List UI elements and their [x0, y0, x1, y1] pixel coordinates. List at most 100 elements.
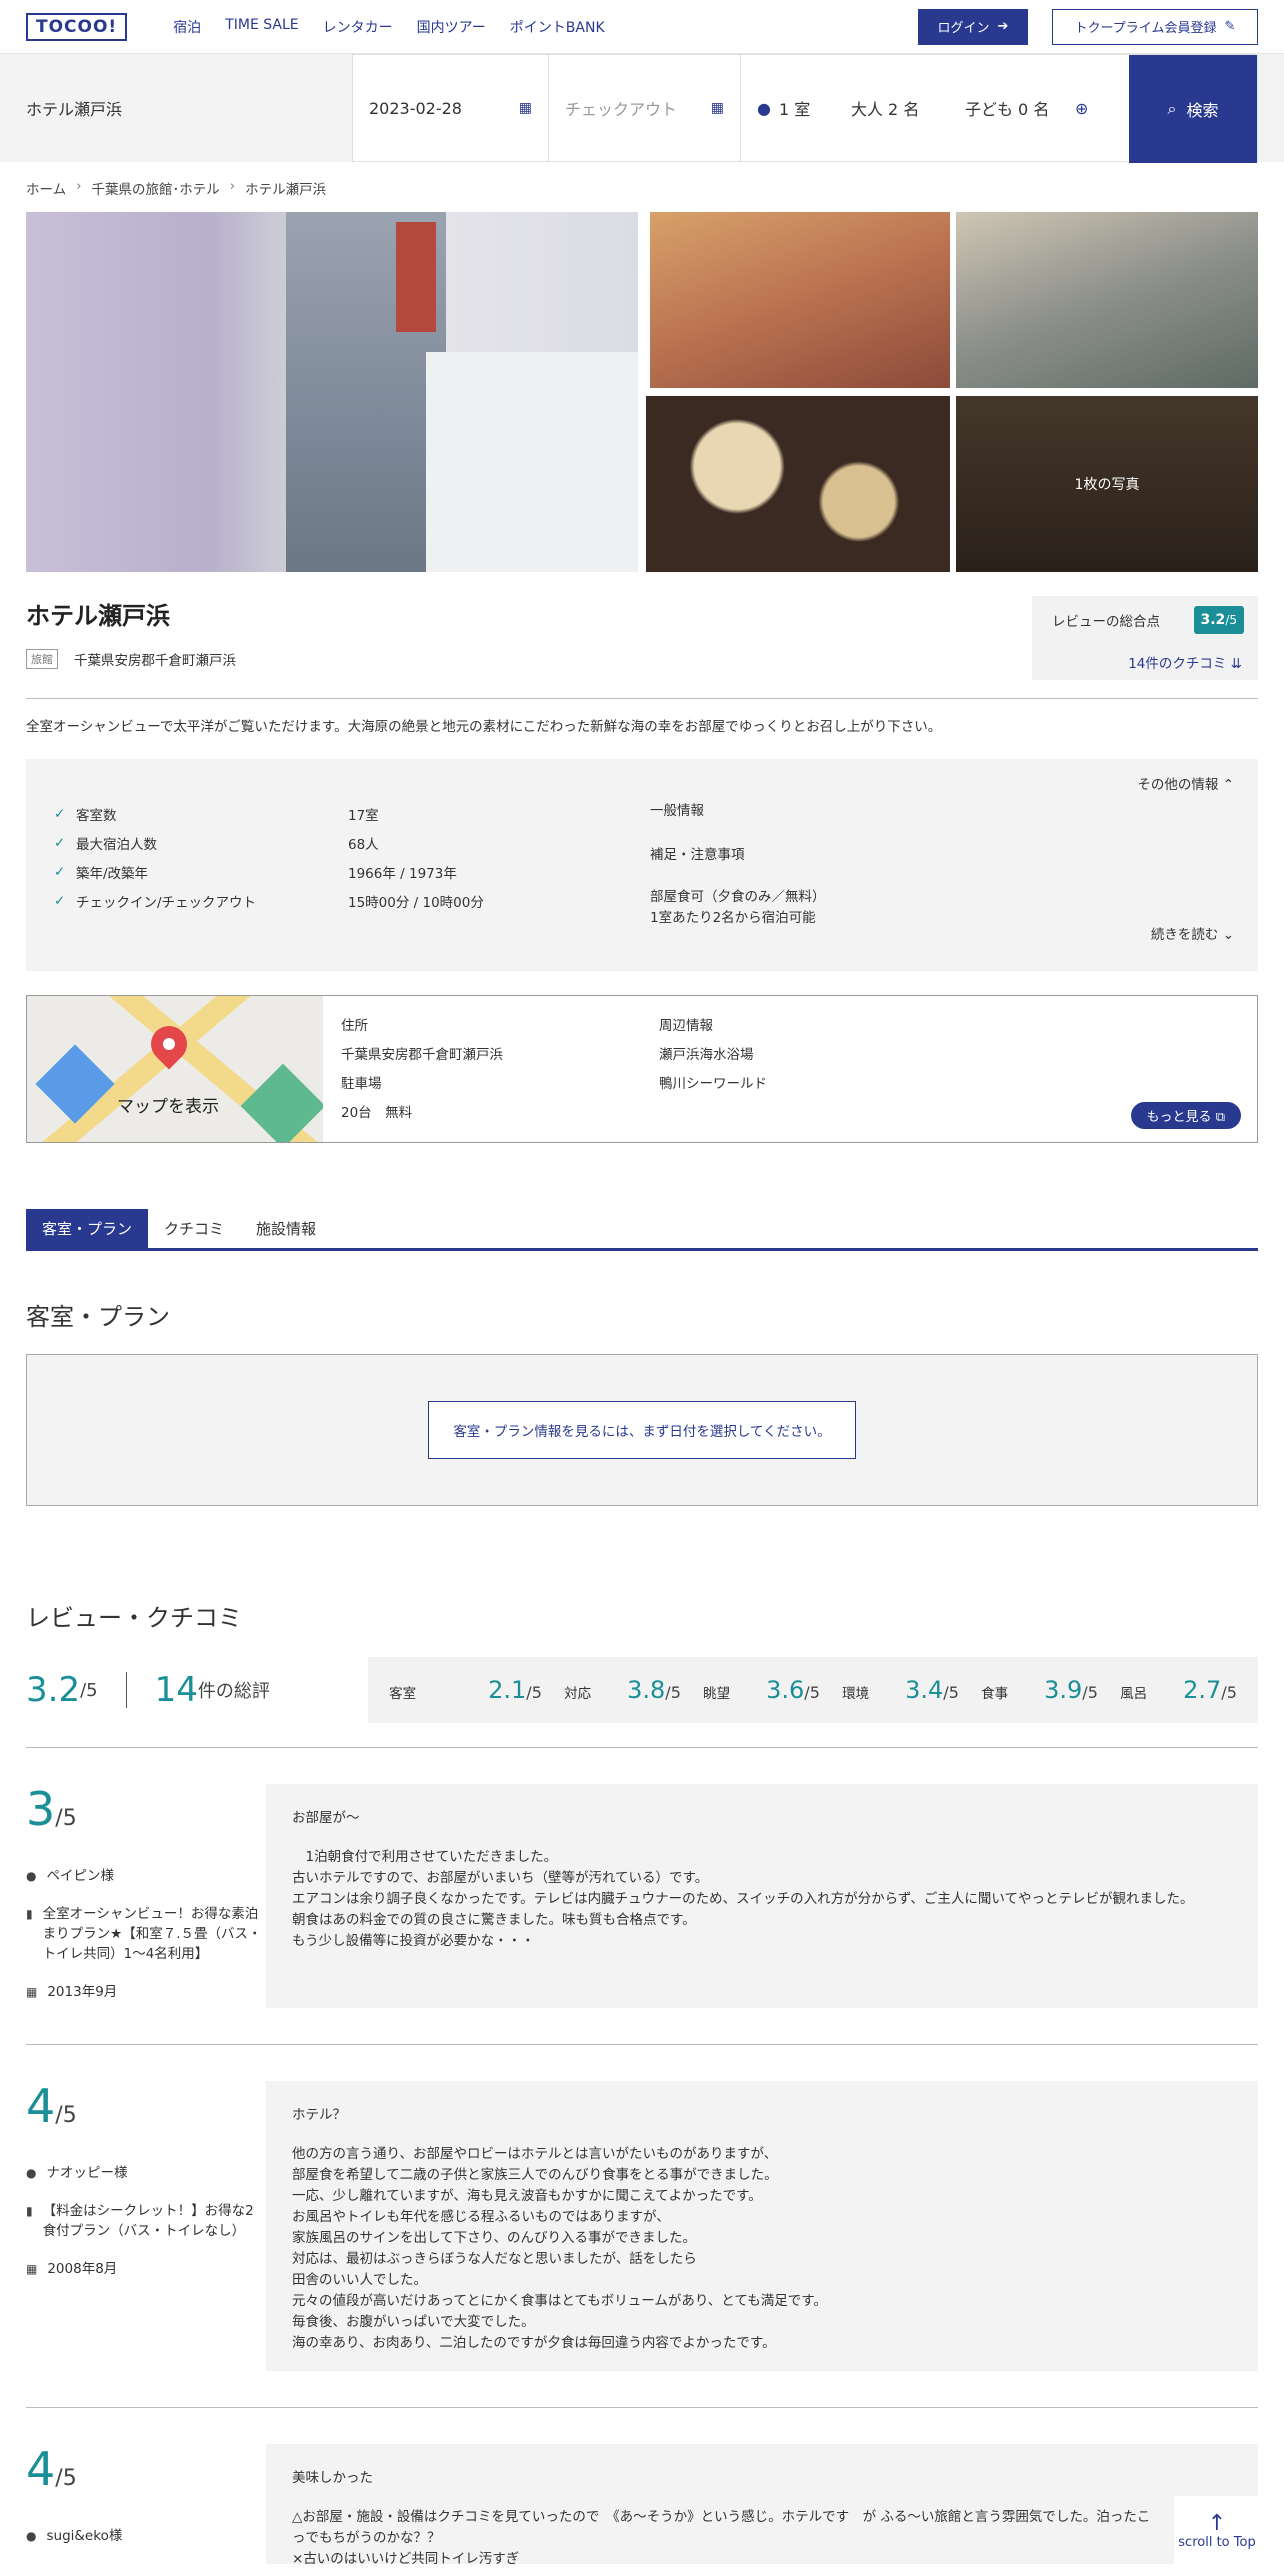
review-body: ホテル？ 他の方の言う通り、お部屋やロビーはホテルとは言いがたいものがありますが… [266, 2081, 1258, 2371]
review-line: 部屋食を希望して二歳の子供と家族三人でのんびり食事をとる事ができました。 [292, 2167, 778, 2183]
fact-row: ✓ 築年/改築年 1966年 / 1973年 [54, 857, 484, 886]
tab-plans[interactable]: 客室・プラン [26, 1209, 149, 1248]
login-button[interactable]: ログイン ➔ [918, 8, 1028, 45]
review-line: 海の幸あり、お肉あり、二泊したのですが夕食は毎回違う内容でよかったです。 [292, 2335, 776, 2351]
review-body: お部屋が〜 1泊朝食付で利用させていただきました。 古いホテルですので、お部屋が… [266, 1784, 1258, 2008]
other-info-toggle[interactable]: その他の情報 ⌃ [1137, 773, 1234, 793]
address-title: 住所 [341, 1018, 368, 1034]
checkout-placeholder: チェックアウト [565, 100, 678, 119]
guests-field[interactable]: ● 1 室 大人 2 名 子ども 0 名 ⊕ [741, 55, 1129, 161]
category-score: 客室 2.1/5 [389, 1676, 542, 1704]
search-bar: ホテル瀬戸浜 2023-02-28 ▦ チェックアウト ▦ ● 1 室 大人 2… [0, 54, 1284, 163]
category-name: 環境 [842, 1686, 870, 1702]
checkin-field[interactable]: 2023-02-28 ▦ [353, 55, 549, 161]
calendar-icon: ▦ [518, 100, 532, 116]
meal-photo[interactable] [646, 396, 950, 572]
tab-reviews[interactable]: クチコミ [148, 1209, 240, 1248]
review-line: 1泊朝食付で利用させていただきました。 [292, 1849, 558, 1865]
room-photo[interactable] [650, 212, 950, 388]
scroll-to-top-label: scroll to Top [1178, 2534, 1256, 2550]
photo-gallery: 1枚の写真 [26, 212, 1258, 572]
map-thumbnail[interactable]: マップを表示 [27, 996, 323, 1142]
review-plan: 全室オーシャンビュー！お得な素泊まりプラン★【和室７.５畳（バス・トイレ共同）1… [42, 1906, 262, 1962]
fact-value: 15時00分 / 10時00分 [348, 894, 484, 911]
general-title: 一般情報 [650, 803, 704, 819]
user-icon: ● [26, 2166, 37, 2180]
review-user: sugi&eko様 [46, 2528, 123, 2544]
breadcrumb: ホーム › 千葉県の旅館･ホテル › ホテル瀬戸浜 [0, 162, 1284, 212]
review-count-link[interactable]: 14件のクチコミ ⇊ [1128, 652, 1242, 672]
chevron-right-icon: › [229, 178, 236, 194]
divider [26, 2044, 1258, 2045]
book-icon: ▮ [26, 1907, 33, 1921]
tab-facility[interactable]: 施設情報 [240, 1209, 332, 1248]
search-hotel-name: ホテル瀬戸浜 [26, 100, 123, 119]
more-button[interactable]: もっと見る ⧉ [1130, 1102, 1241, 1129]
nav-stay[interactable]: 宿泊 [173, 17, 201, 37]
nav-rental-car[interactable]: レンタカー [323, 17, 393, 37]
person-icon: ● [757, 98, 771, 118]
hotel-description: 全室オーシャンビューで太平洋がご覧いただけます。大海原の絶景と地元の素材にこだわ… [26, 719, 942, 735]
category-value: 3.4 [905, 1676, 944, 1704]
tab-bar: 客室・プラン クチコミ 施設情報 [26, 1209, 1258, 1251]
search-button[interactable]: ⌕ 検索 [1129, 55, 1257, 163]
register-button[interactable]: トクープライム会員登録 ✎ [1052, 8, 1258, 45]
bath-photo[interactable] [956, 212, 1258, 388]
type-tag: 旅館 [26, 649, 58, 669]
fact-key: 築年/改築年 [76, 865, 149, 882]
nav-point-bank[interactable]: ポイントBANK [510, 17, 605, 37]
breadcrumb-prefecture[interactable]: 千葉県の旅館･ホテル [92, 178, 220, 198]
review-title: お部屋が〜 [292, 1810, 360, 1826]
score-value: 3.2 [1200, 612, 1226, 628]
divider [125, 1672, 127, 1708]
address-value: 千葉県安房郡千倉町瀬戸浜 [341, 1047, 503, 1063]
category-score: 眺望 3.6/5 [703, 1676, 820, 1704]
main-photo[interactable] [26, 212, 638, 572]
note-line: 1室あたり2名から宿泊可能 [650, 910, 816, 926]
search-label: 検索 [1186, 101, 1219, 120]
add-guest-icon[interactable]: ⊕ [1075, 99, 1088, 118]
checkout-field[interactable]: チェックアウト ▦ [549, 55, 741, 161]
top-bar: TOCOO! 宿泊 TIME SALE レンタカー 国内ツアー ポイントBANK… [0, 0, 1284, 54]
fact-value: 68人 [348, 836, 379, 853]
review-line: 他の方の言う通り、お部屋やロビーはホテルとは言いがたいものがありますが、 [292, 2146, 778, 2162]
calendar-icon: ▦ [26, 2262, 38, 2276]
more-label: もっと見る [1146, 1110, 1212, 1125]
calendar-icon: ▦ [26, 1985, 38, 1999]
review-count: 14件のクチコミ [1128, 656, 1227, 672]
nav-domestic-tour[interactable]: 国内ツアー [417, 17, 486, 37]
category-max: /5 [943, 1683, 959, 1702]
review-body: 美味しかった △お部屋・施設・設備はクチコミを見ていったので 《あ〜そうか》とい… [266, 2444, 1258, 2564]
category-name: 眺望 [703, 1686, 731, 1702]
review-score-value: 3 [26, 1782, 56, 1836]
nearby-title: 周辺情報 [659, 1018, 713, 1034]
review-line: 家族風呂のサインを出して下さり、のんびり入る事ができました。 [292, 2230, 697, 2246]
review-user: ペイピン様 [46, 1868, 114, 1884]
review-line: 毎食後、お腹がいっぱいで大変でした。 [292, 2314, 535, 2330]
facts-list: ✓ 客室数 17室 ✓ 最大宿泊人数 68人 ✓ 築年/改築年 1966年 / 1973年 … [54, 799, 484, 915]
review-line: お風呂やトイレも年代を感じる程ふるいものではありますが、 [292, 2209, 670, 2225]
category-name: 食事 [981, 1686, 1009, 1702]
divider [26, 2407, 1258, 2408]
plans-heading: 客室・プラン [26, 1303, 170, 1331]
breadcrumb-current: ホテル瀬戸浜 [245, 182, 327, 198]
review-count-label: 件の総評 [197, 1681, 270, 1702]
read-more-toggle[interactable]: 続きを読む ⌄ [1151, 923, 1234, 943]
review-score: 3/5 [26, 1784, 266, 1844]
check-icon: ✓ [54, 834, 66, 851]
scroll-to-top-button[interactable]: ↑ scroll to Top [1174, 2496, 1260, 2566]
category-value: 3.6 [766, 1676, 805, 1704]
hotel-address: 千葉県安房郡千倉町瀬戸浜 [74, 653, 236, 669]
fact-value: 1966年 / 1973年 [348, 865, 457, 882]
nav-time-sale[interactable]: TIME SALE [225, 17, 298, 37]
address-col: 住所 千葉県安房郡千倉町瀬戸浜 駐車場 20台 無料 [341, 1012, 503, 1128]
category-max: /5 [804, 1683, 820, 1702]
score-max: /5 [1225, 613, 1237, 627]
register-label: トクープライム会員登録 [1074, 21, 1217, 36]
site-logo[interactable]: TOCOO! [26, 12, 128, 41]
breadcrumb-home[interactable]: ホーム [26, 178, 66, 198]
more-photos[interactable]: 1枚の写真 [956, 396, 1258, 572]
review-line: ×古いのはいいけど共同トイレ汚すぎ [292, 2551, 520, 2564]
external-link-icon: ⧉ [1215, 1110, 1225, 1125]
review-score-max: /5 [55, 2466, 77, 2491]
